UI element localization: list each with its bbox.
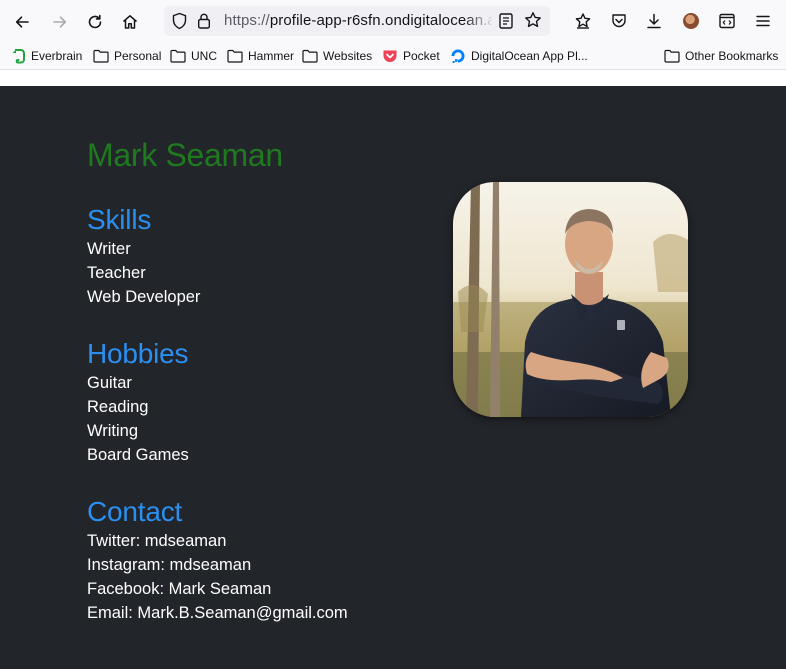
url-bar[interactable]: https://profile-app-r6sfn.ondigitalocean…	[164, 6, 550, 36]
hobby-item: Reading	[87, 398, 149, 416]
contact-email: Email: Mark.B.Seaman@gmail.com	[87, 604, 348, 622]
hobby-item: Board Games	[87, 446, 189, 464]
bookmark-folder-unc[interactable]: UNC	[170, 47, 217, 65]
download-icon	[647, 13, 661, 29]
bookmark-label: Personal	[114, 49, 162, 63]
profile-photo-illustration	[453, 182, 688, 417]
profile-page: Mark Seaman Skills Writer Teacher Web De…	[0, 86, 786, 669]
contact-facebook: Facebook: Mark Seaman	[87, 580, 272, 598]
contact-instagram: Instagram: mdseaman	[87, 556, 252, 574]
back-button[interactable]	[9, 9, 35, 35]
shield-icon[interactable]	[171, 12, 188, 30]
downloads-button[interactable]	[643, 10, 665, 32]
bookmark-other-bookmarks[interactable]: Other Bookmarks	[664, 47, 778, 65]
reload-icon	[88, 14, 102, 29]
url-text[interactable]: https://profile-app-r6sfn.ondigitalocean…	[224, 12, 492, 29]
digitalocean-icon	[451, 49, 465, 63]
bookmark-label: Websites	[323, 49, 373, 63]
folder-icon	[93, 49, 109, 63]
bookmark-label: Everbrain	[31, 49, 83, 63]
skill-item: Web Developer	[87, 288, 201, 306]
url-host: profile-app-r6sfn.ondigitalocean.app	[269, 12, 492, 29]
browser-toolbar: https://profile-app-r6sfn.ondigitalocean…	[0, 0, 786, 42]
home-icon	[123, 15, 137, 29]
pocket-icon	[383, 50, 397, 62]
skill-item: Writer	[87, 240, 131, 258]
folder-icon	[302, 49, 318, 63]
code-window-icon	[719, 13, 735, 29]
evernote-icon	[12, 49, 25, 64]
bookmark-star-icon[interactable]	[524, 11, 542, 29]
bookmark-folder-websites[interactable]: Websites	[302, 47, 372, 65]
url-fade	[464, 10, 494, 32]
pocket-toolbar-button[interactable]	[608, 10, 630, 32]
home-button[interactable]	[117, 9, 143, 35]
bookmark-pocket[interactable]: Pocket	[382, 47, 440, 65]
lock-icon[interactable]	[197, 12, 211, 30]
bookmark-folder-hammer[interactable]: Hammer	[227, 47, 294, 65]
extension-star-icon	[575, 13, 591, 29]
hobby-item: Guitar	[87, 374, 132, 392]
hobby-item: Writing	[87, 422, 139, 440]
devtools-button[interactable]	[716, 10, 738, 32]
profile-photo	[453, 182, 688, 417]
bookmark-everbrain[interactable]: Everbrain	[11, 47, 82, 65]
bookmark-label: Other Bookmarks	[685, 49, 779, 63]
url-scheme: https://	[224, 12, 270, 29]
contact-twitter: Twitter: mdseaman	[87, 532, 227, 550]
bookmarks-toolbar: Everbrain Personal UNC Hammer Websites P…	[0, 42, 786, 70]
skills-heading: Skills	[87, 204, 152, 235]
bookmark-digitalocean[interactable]: DigitalOcean App Pl...	[450, 47, 588, 65]
bookmark-label: DigitalOcean App Pl...	[471, 49, 588, 63]
bookmark-label: Hammer	[248, 49, 295, 63]
toolbar-spacer	[0, 70, 786, 86]
folder-icon	[664, 49, 680, 63]
bookmark-folder-personal[interactable]: Personal	[93, 47, 161, 65]
profile-name: Mark Seaman	[87, 137, 283, 173]
hamburger-menu-icon	[756, 15, 770, 27]
reader-view-icon[interactable]	[498, 12, 514, 30]
forward-arrow-icon	[53, 16, 67, 28]
forward-button[interactable]	[47, 9, 73, 35]
skill-item: Teacher	[87, 264, 146, 282]
pocket-icon	[612, 14, 626, 28]
account-avatar-icon[interactable]	[683, 13, 699, 29]
hobbies-heading: Hobbies	[87, 338, 189, 369]
folder-icon	[170, 49, 186, 63]
extensions-button[interactable]	[572, 10, 594, 32]
reload-button[interactable]	[82, 9, 108, 35]
back-arrow-icon	[15, 16, 29, 28]
bookmark-label: Pocket	[403, 49, 440, 63]
contact-heading: Contact	[87, 496, 183, 527]
bookmark-label: UNC	[191, 49, 217, 63]
folder-icon	[227, 49, 243, 63]
menu-button[interactable]	[752, 10, 774, 32]
